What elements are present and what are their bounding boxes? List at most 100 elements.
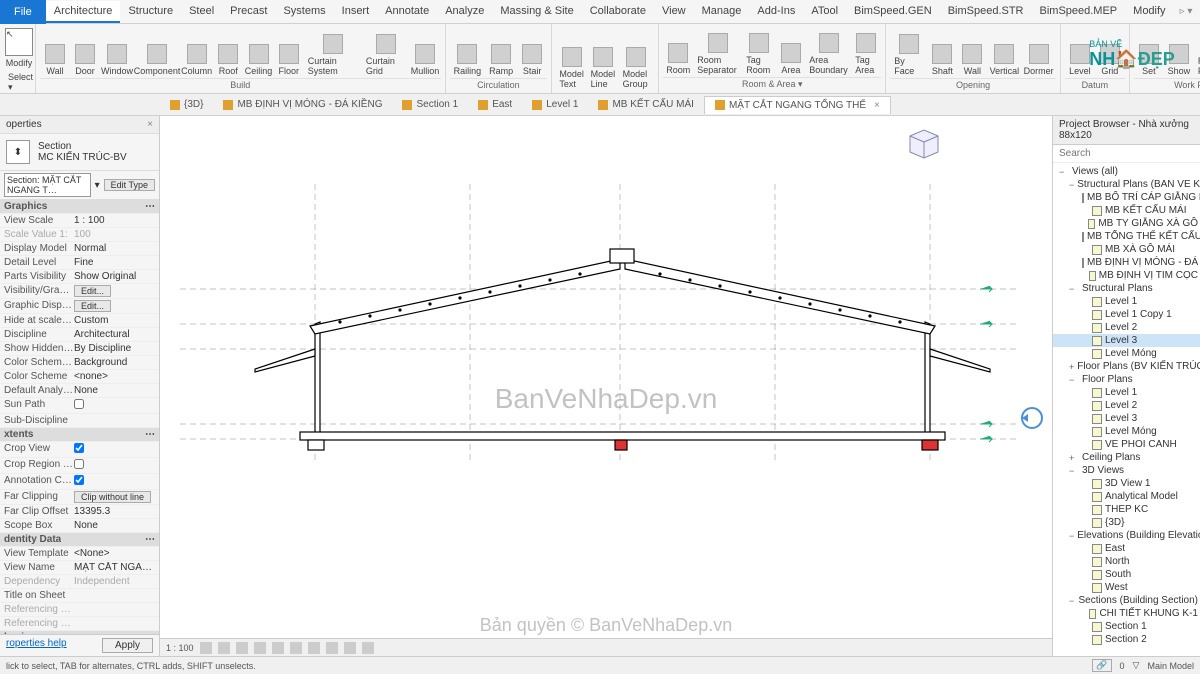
menu-annotate[interactable]: Annotate	[377, 1, 437, 23]
tab-mbnhvmngking[interactable]: MB ĐỊNH VỊ MÓNG - ĐÁ KIỀNG	[213, 96, 392, 114]
menu-view[interactable]: View	[654, 1, 694, 23]
tab-east[interactable]: East	[468, 96, 522, 114]
drawing-canvas[interactable]: BanVeNhaDep.vn Bản quyền © BanVeNhaDep.v…	[160, 116, 1052, 656]
prop-visibilitygraphics[interactable]: Visibility/Graphics …Edit...	[0, 284, 159, 299]
prop-partsvisibility[interactable]: Parts VisibilityShow Original	[0, 270, 159, 284]
ribbon-shaft[interactable]: Shaft	[927, 26, 957, 78]
tree-toggle[interactable]: +	[1069, 362, 1074, 372]
tab-mbktcumi[interactable]: MB KẾT CẤU MÁI	[588, 96, 704, 114]
prop-colorscheme[interactable]: Color Scheme<none>	[0, 370, 159, 384]
tree-toggle[interactable]: −	[1069, 596, 1075, 606]
modify-button[interactable]: ↖ Modify	[4, 26, 34, 70]
edit-button[interactable]: Clip without line	[74, 491, 151, 503]
tree-toggle[interactable]: −	[1059, 167, 1069, 177]
ribbon-railing[interactable]: Railing	[450, 26, 486, 78]
ribbon-refplane[interactable]: Ref Plane	[1194, 26, 1200, 78]
menu-architecture[interactable]: Architecture	[46, 1, 121, 23]
select-dropdown[interactable]: Select ▾	[4, 70, 31, 95]
ribbon-vertical[interactable]: Vertical	[987, 26, 1021, 78]
ribbon-column[interactable]: Column	[180, 26, 213, 78]
shadows-icon[interactable]	[254, 642, 266, 654]
tab-mtctngangtngth[interactable]: MẶT CẮT NGANG TỔNG THỂ×	[704, 96, 891, 114]
ribbon-modeltext[interactable]: Model Text	[556, 26, 587, 91]
category-xtents[interactable]: xtents⋯	[0, 428, 159, 442]
tree-level2[interactable]: Level 2	[1053, 399, 1200, 412]
menu-collaborate[interactable]: Collaborate	[582, 1, 654, 23]
ribbon-wall[interactable]: Wall	[40, 26, 70, 78]
tree-section1[interactable]: Section 1	[1053, 620, 1200, 633]
tree-sectionsbuildingsection[interactable]: −Sections (Building Section)	[1053, 594, 1200, 607]
ribbon-ceiling[interactable]: Ceiling	[243, 26, 273, 78]
menu-manage[interactable]: Manage	[694, 1, 750, 23]
tree-vephoicanh[interactable]: VE PHOI CANH	[1053, 438, 1200, 451]
prop-colorschemeloca[interactable]: Color Scheme Loca…Background	[0, 356, 159, 370]
checkbox[interactable]	[74, 459, 84, 469]
prop-dependency[interactable]: DependencyIndependent	[0, 575, 159, 589]
tree-3d[interactable]: {3D}	[1053, 516, 1200, 529]
ribbon-mullion[interactable]: Mullion	[409, 26, 440, 78]
tree-mbbtrcpgingmi[interactable]: MB BỐ TRÍ CÁP GIẰNG MÁI	[1053, 191, 1200, 204]
tree-ceilingplans[interactable]: +Ceiling Plans	[1053, 451, 1200, 464]
sun-path-icon[interactable]	[236, 642, 248, 654]
tree-mbtygingxg[interactable]: MB TY GIẰNG XÀ GỒ	[1053, 217, 1200, 230]
scale-display[interactable]: 1 : 100	[166, 643, 194, 653]
prop-cropview[interactable]: Crop View	[0, 442, 159, 458]
menu-addins[interactable]: Add-Ins	[749, 1, 803, 23]
tree-toggle[interactable]: −	[1069, 466, 1079, 476]
tree-mbnhvtimcc[interactable]: MB ĐỊNH VỊ TIM CỌC	[1053, 269, 1200, 282]
prop-hideatscalescoars[interactable]: Hide at scales coars…Custom	[0, 314, 159, 328]
edit-type-button[interactable]: Edit Type	[104, 179, 155, 191]
visual-style-icon[interactable]	[218, 642, 230, 654]
ribbon-byface[interactable]: By Face	[890, 26, 927, 78]
play-icon[interactable]: ▹ ▾	[1180, 6, 1193, 17]
tree-3dviews[interactable]: −3D Views	[1053, 464, 1200, 477]
ribbon-dormer[interactable]: Dormer	[1021, 26, 1055, 78]
prop-detaillevel[interactable]: Detail LevelFine	[0, 256, 159, 270]
ribbon-room[interactable]: Room	[663, 26, 693, 77]
tree-level1[interactable]: Level 1	[1053, 386, 1200, 399]
tree-viewsall[interactable]: −Views (all)	[1053, 165, 1200, 178]
tree-floorplans[interactable]: −Floor Plans	[1053, 373, 1200, 386]
prop-discipline[interactable]: DisciplineArchitectural	[0, 328, 159, 342]
menu-systems[interactable]: Systems	[275, 1, 333, 23]
menu-precast[interactable]: Precast	[222, 1, 275, 23]
menu-bimspeedgen[interactable]: BimSpeed.GEN	[846, 1, 940, 23]
prop-viewname[interactable]: View NameMẶT CẮT NGANG T…	[0, 561, 159, 575]
browser-search-input[interactable]	[1059, 148, 1194, 159]
prop-farclipping[interactable]: Far ClippingClip without line	[0, 490, 159, 505]
prop-referencingsheet[interactable]: Referencing Sheet	[0, 603, 159, 617]
menu-massingsite[interactable]: Massing & Site	[492, 1, 581, 23]
crop-region-icon[interactable]	[308, 642, 320, 654]
crop-icon[interactable]	[290, 642, 302, 654]
tree-levelmng[interactable]: Level Móng	[1053, 347, 1200, 360]
ribbon-curtainsystem[interactable]: Curtain System	[304, 26, 362, 78]
ribbon-curtaingrid[interactable]: Curtain Grid	[362, 26, 410, 78]
menu-bimspeedstr[interactable]: BimSpeed.STR	[940, 1, 1032, 23]
tree-section2[interactable]: Section 2	[1053, 633, 1200, 646]
prop-viewscale[interactable]: View Scale1 : 100	[0, 214, 159, 228]
detail-level-icon[interactable]	[200, 642, 212, 654]
prop-annotationcrop[interactable]: Annotation Crop	[0, 474, 159, 490]
prop-subdiscipline[interactable]: Sub-Discipline	[0, 414, 159, 428]
prop-showhiddenlines[interactable]: Show Hidden LinesBy Discipline	[0, 342, 159, 356]
menu-atool[interactable]: ATool	[803, 1, 846, 23]
ribbon-ramp[interactable]: Ramp	[485, 26, 517, 78]
ribbon-areaboundary[interactable]: Area Boundary	[806, 26, 851, 77]
tree-toggle[interactable]: +	[1069, 453, 1079, 463]
ribbon-stair[interactable]: Stair	[517, 26, 547, 78]
prop-displaymodel[interactable]: Display ModelNormal	[0, 242, 159, 256]
tree-toggle[interactable]: −	[1069, 531, 1074, 541]
prop-titleonsheet[interactable]: Title on Sheet	[0, 589, 159, 603]
ribbon-roof[interactable]: Roof	[213, 26, 243, 78]
ribbon-window[interactable]: Window	[100, 26, 134, 78]
tree-3dview1[interactable]: 3D View 1	[1053, 477, 1200, 490]
menu-steel[interactable]: Steel	[181, 1, 222, 23]
tree-elevationsbuildingelevation[interactable]: −Elevations (Building Elevation)	[1053, 529, 1200, 542]
category-graphics[interactable]: Graphics⋯	[0, 200, 159, 214]
prop-referencingdetail[interactable]: Referencing Detail	[0, 617, 159, 631]
lock-icon[interactable]	[326, 642, 338, 654]
nav-wheel[interactable]	[1020, 406, 1044, 433]
tree-north[interactable]: North	[1053, 555, 1200, 568]
type-selector[interactable]: ⬍ Section MC KIẾN TRÚC-BV	[0, 134, 159, 171]
tree-toggle[interactable]: −	[1069, 375, 1079, 385]
